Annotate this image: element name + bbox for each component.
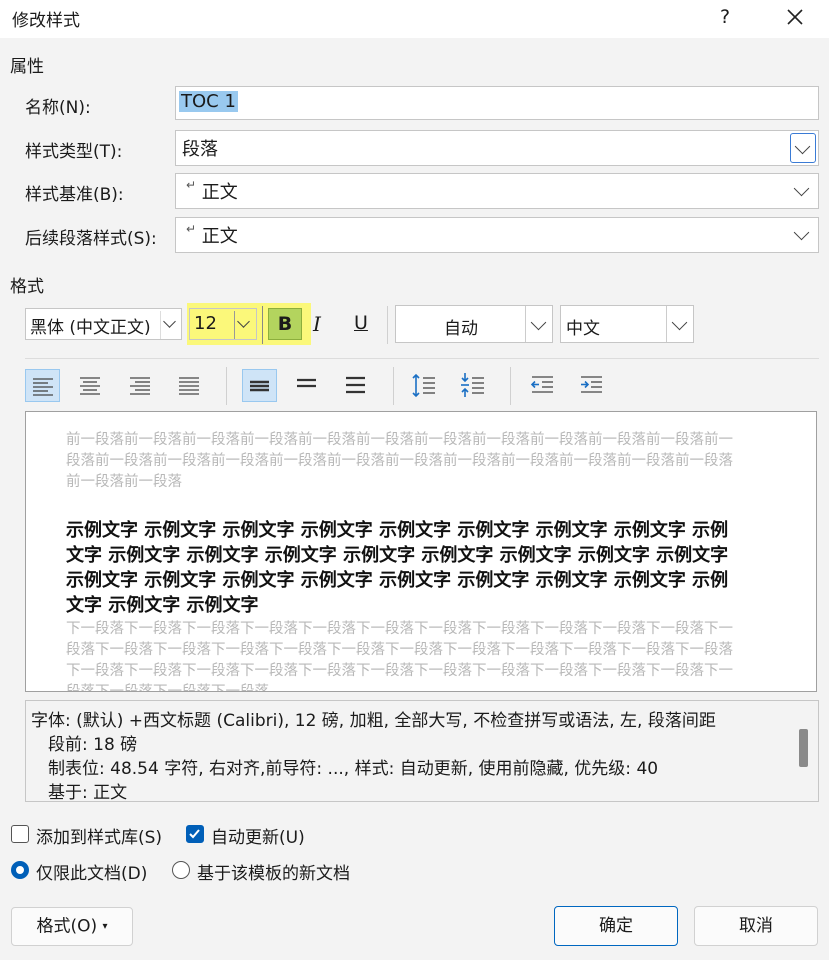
next-style-value: 正文 bbox=[201, 226, 238, 247]
increase-spacing-button[interactable] bbox=[407, 369, 442, 402]
description-line: 字体: (默认) +西文标题 (Calibri), 12 磅, 加粗, 全部大写… bbox=[31, 711, 716, 731]
style-based-dropdown-button[interactable] bbox=[790, 177, 814, 205]
font-size-value: 12 bbox=[194, 313, 217, 334]
decrease-indent-button[interactable] bbox=[526, 369, 561, 402]
style-type-label: 样式类型(T): bbox=[25, 142, 123, 162]
decrease-spacing-button[interactable] bbox=[456, 369, 491, 402]
preview-previous-paragraph: 前一段落前一段落前一段落前一段落前一段落前一段落前一段落前一段落前一段落前一段落… bbox=[66, 432, 733, 490]
description-line: 段前: 18 磅 bbox=[48, 735, 138, 755]
divider bbox=[25, 358, 819, 359]
paragraph-mark-icon: ↵ bbox=[186, 178, 197, 192]
help-button[interactable]: ? bbox=[712, 4, 738, 30]
name-input-value: TOC 1 bbox=[179, 91, 238, 112]
ok-button[interactable]: 确定 bbox=[554, 906, 678, 946]
close-button[interactable] bbox=[780, 2, 810, 32]
font-value: 黑体 (中文正文) bbox=[30, 318, 151, 338]
increase-spacing-icon bbox=[412, 373, 435, 398]
next-style-label: 后续段落样式(S): bbox=[25, 229, 157, 249]
chevron-down-icon bbox=[237, 315, 250, 328]
this-document-label: 仅限此文档(D) bbox=[36, 864, 148, 884]
one-half-spacing-button[interactable] bbox=[290, 369, 325, 402]
align-right-button[interactable] bbox=[124, 369, 159, 402]
decrease-indent-icon bbox=[530, 376, 553, 393]
align-left-button[interactable] bbox=[25, 369, 60, 402]
next-style-dropdown-button[interactable] bbox=[790, 221, 814, 249]
style-based-label: 样式基准(B): bbox=[25, 185, 124, 205]
chevron-down-icon bbox=[793, 224, 810, 241]
add-to-gallery-label: 添加到样式库(S) bbox=[36, 828, 163, 848]
dialog-title: 修改样式 bbox=[12, 11, 80, 31]
decrease-spacing-icon bbox=[461, 373, 484, 397]
align-center-icon bbox=[80, 377, 100, 395]
toolbar-separator bbox=[262, 306, 263, 344]
name-input[interactable]: TOC 1 bbox=[175, 86, 819, 120]
description-line: 基于: 正文 bbox=[48, 783, 128, 803]
format-menu-button[interactable]: 格式(O) ▾ bbox=[11, 907, 133, 946]
chevron-down-icon bbox=[671, 314, 688, 331]
align-right-icon bbox=[130, 377, 150, 395]
underline-button[interactable]: U bbox=[354, 312, 368, 334]
justify-button[interactable] bbox=[173, 369, 208, 402]
align-left-icon bbox=[33, 378, 53, 396]
justify-icon bbox=[179, 377, 199, 395]
chevron-down-icon bbox=[163, 315, 176, 328]
increase-indent-icon bbox=[581, 376, 602, 393]
checkmark-icon bbox=[189, 829, 200, 839]
style-description: 字体: (默认) +西文标题 (Calibri), 12 磅, 加粗, 全部大写… bbox=[25, 700, 819, 803]
style-preview: 前一段落前一段落前一段落前一段落前一段落前一段落前一段落前一段落前一段落前一段落… bbox=[25, 411, 817, 692]
format-menu-label: 格式(O) bbox=[36, 916, 98, 937]
font-color-dropdown-button[interactable] bbox=[525, 306, 551, 342]
chevron-down-icon bbox=[530, 314, 547, 331]
toolbar-separator bbox=[226, 367, 227, 405]
font-size-dropdown-button[interactable] bbox=[234, 311, 254, 339]
style-based-value: 正文 bbox=[201, 182, 238, 203]
add-to-gallery-checkbox[interactable] bbox=[11, 825, 29, 843]
font-color-select[interactable]: 自动 bbox=[395, 305, 553, 343]
style-type-select[interactable]: 段落 bbox=[175, 130, 819, 166]
close-icon bbox=[787, 9, 803, 25]
single-spacing-button[interactable] bbox=[242, 369, 277, 402]
single-spacing-icon bbox=[250, 380, 269, 392]
auto-update-label: 自动更新(U) bbox=[211, 828, 305, 848]
font-select[interactable]: 黑体 (中文正文) bbox=[25, 308, 182, 340]
style-based-select[interactable]: ↵ 正文 bbox=[175, 173, 819, 209]
format-section-label: 格式 bbox=[10, 277, 44, 297]
language-dropdown-button[interactable] bbox=[666, 306, 692, 342]
align-center-button[interactable] bbox=[74, 369, 109, 402]
language-value: 中文 bbox=[566, 319, 600, 339]
title-bar bbox=[0, 0, 829, 38]
toolbar-separator bbox=[393, 367, 394, 405]
font-dropdown-button[interactable] bbox=[160, 311, 180, 339]
double-spacing-button[interactable] bbox=[339, 369, 374, 402]
next-style-select[interactable]: ↵ 正文 bbox=[175, 217, 819, 253]
one-half-spacing-icon bbox=[297, 378, 316, 388]
this-document-radio[interactable] bbox=[11, 861, 29, 879]
chevron-down-icon bbox=[793, 180, 810, 197]
toolbar-separator bbox=[387, 306, 388, 344]
bold-button[interactable]: B bbox=[268, 308, 302, 340]
preview-next-paragraph: 下一段落下一段落下一段落下一段落下一段落下一段落下一段落下一段落下一段落下一段落… bbox=[66, 621, 733, 692]
paragraph-mark-icon: ↵ bbox=[186, 222, 197, 236]
preview-sample-text: 示例文字 示例文字 示例文字 示例文字 示例文字 示例文字 示例文字 示例文字 … bbox=[66, 520, 729, 616]
italic-button[interactable]: I bbox=[313, 312, 321, 336]
toolbar-separator bbox=[510, 367, 511, 405]
chevron-down-icon bbox=[794, 138, 811, 155]
template-documents-radio[interactable] bbox=[172, 861, 190, 879]
style-type-value: 段落 bbox=[182, 139, 218, 160]
description-scrollbar[interactable] bbox=[799, 729, 808, 767]
template-documents-label: 基于该模板的新文档 bbox=[197, 864, 350, 884]
font-size-select[interactable]: 12 bbox=[189, 308, 257, 340]
increase-indent-button[interactable] bbox=[575, 369, 610, 402]
font-color-value: 自动 bbox=[444, 319, 478, 339]
language-select[interactable]: 中文 bbox=[560, 305, 694, 343]
style-type-dropdown-button[interactable] bbox=[790, 133, 816, 163]
auto-update-checkbox[interactable] bbox=[186, 825, 204, 843]
cancel-button[interactable]: 取消 bbox=[694, 906, 818, 946]
name-label: 名称(N): bbox=[25, 98, 91, 118]
description-line: 制表位: 48.54 字符, 右对齐,前导符: ..., 样式: 自动更新, 使… bbox=[48, 759, 659, 779]
properties-section-label: 属性 bbox=[10, 57, 44, 77]
double-spacing-icon bbox=[346, 376, 365, 394]
dropdown-arrow-icon: ▾ bbox=[102, 921, 108, 932]
